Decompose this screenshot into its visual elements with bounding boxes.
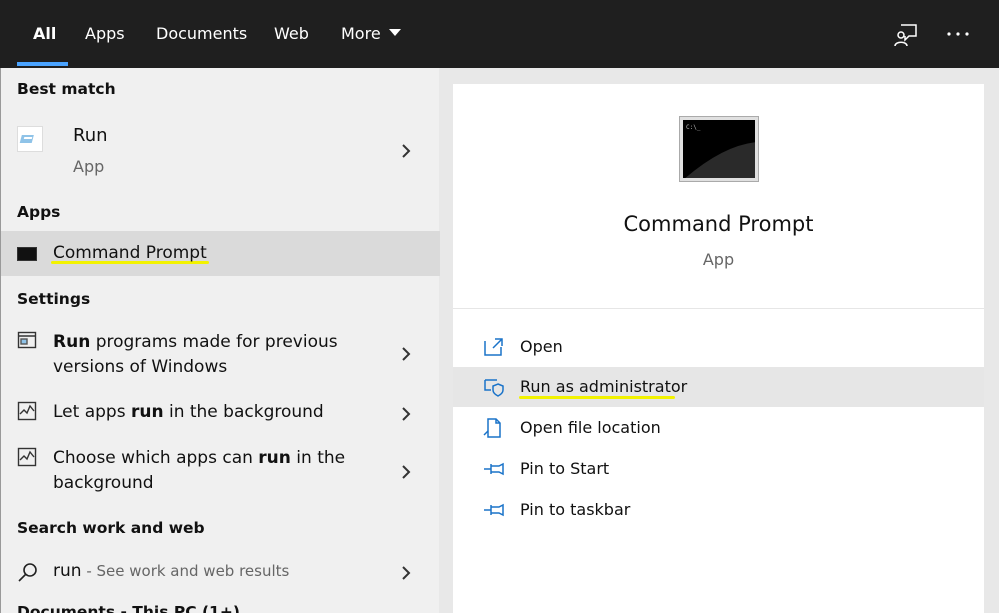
settings-item1-rest: programs made for previous [90, 332, 338, 352]
tab-more-label: More [341, 24, 381, 43]
action-open-file-location-label: Open file location [520, 418, 661, 437]
activity-graph-icon [17, 401, 37, 421]
caret-down-icon [388, 29, 401, 36]
action-pin-to-taskbar-label: Pin to taskbar [520, 500, 631, 519]
action-pin-to-start-label: Pin to Start [520, 459, 610, 478]
details-pane: C:\_ Command Prompt App Open Run as admi… [453, 84, 984, 613]
feedback-icon[interactable] [892, 20, 920, 48]
action-run-as-admin[interactable]: Run as administrator [453, 367, 984, 407]
settings-item1-bold: Run [53, 332, 91, 352]
activity-graph-icon [17, 447, 37, 467]
settings-item2-bold: run [130, 402, 164, 422]
settings-item1-line2: versions of Windows [53, 357, 228, 377]
run-app-icon [17, 126, 43, 152]
settings-background-apps[interactable]: Let apps run in the background [1, 396, 440, 430]
chevron-right-icon [399, 464, 413, 479]
settings-run-compat[interactable]: Run programs made for previous versions … [1, 324, 440, 384]
pin-icon [483, 499, 505, 521]
chevron-right-icon [399, 565, 413, 580]
web-search-query: run [53, 561, 82, 581]
tab-documents[interactable]: Documents [156, 22, 247, 46]
section-search-web: Search work and web [17, 519, 205, 537]
settings-item3-post: in the [290, 448, 346, 468]
chevron-right-icon [399, 406, 413, 421]
settings-item3-pre: Choose which apps can [53, 448, 259, 468]
section-apps: Apps [17, 203, 61, 221]
best-match-run[interactable]: Run App [1, 114, 440, 186]
active-tab-indicator [17, 62, 68, 66]
result-command-prompt[interactable]: Command Prompt [1, 231, 440, 276]
results-list: Best match Run App Apps Command Prompt S… [0, 68, 440, 613]
command-prompt-large-icon: C:\_ [679, 116, 759, 182]
tab-more[interactable]: More [341, 22, 401, 46]
settings-choose-background-apps[interactable]: Choose which apps can run in the backgro… [1, 442, 440, 502]
action-open-file-location[interactable]: Open file location [453, 408, 984, 448]
shield-icon [483, 376, 505, 398]
compatibility-icon [17, 330, 37, 350]
settings-item3-bold: run [258, 448, 291, 468]
section-best-match: Best match [17, 80, 116, 98]
web-search-result[interactable]: run - See work and web results [1, 555, 440, 589]
web-search-hint: - See work and web results [81, 562, 290, 580]
tab-apps[interactable]: Apps [85, 22, 125, 46]
settings-item2-post: in the background [163, 402, 324, 422]
best-match-title: Run [73, 125, 108, 146]
settings-item1-line1: Run programs made for previous [53, 330, 338, 355]
chevron-right-icon [399, 346, 413, 361]
settings-item3-line2: background [53, 473, 154, 493]
details-app-type: App [702, 250, 735, 269]
file-location-icon [483, 417, 505, 439]
details-divider [453, 308, 984, 309]
svg-text:C:\_: C:\_ [686, 124, 701, 131]
more-options-icon[interactable] [944, 20, 972, 48]
action-pin-to-start[interactable]: Pin to Start [453, 449, 984, 489]
command-prompt-label: Command Prompt [53, 243, 207, 263]
tab-web[interactable]: Web [274, 22, 309, 46]
action-open[interactable]: Open [453, 327, 984, 367]
section-documents-partial: Documents - This PC (1+) [17, 603, 240, 613]
search-top-bar: All Apps Documents Web More [0, 0, 999, 68]
settings-item2-label: Let apps run in the background [53, 400, 324, 425]
pin-icon [483, 458, 505, 480]
web-search-label: run - See work and web results [53, 559, 289, 584]
command-prompt-icon [17, 247, 37, 261]
action-open-label: Open [520, 337, 563, 356]
search-icon [17, 561, 39, 583]
open-icon [483, 336, 505, 358]
settings-item2-pre: Let apps [53, 402, 131, 422]
chevron-right-icon [399, 143, 413, 158]
best-match-subtitle: App [73, 157, 105, 176]
action-run-as-admin-label: Run as administrator [520, 377, 688, 396]
tab-all[interactable]: All [33, 22, 56, 46]
settings-item3-line1: Choose which apps can run in the [53, 446, 345, 471]
action-pin-to-taskbar[interactable]: Pin to taskbar [453, 490, 984, 530]
section-settings: Settings [17, 290, 91, 308]
details-app-name: Command Prompt [623, 212, 814, 236]
